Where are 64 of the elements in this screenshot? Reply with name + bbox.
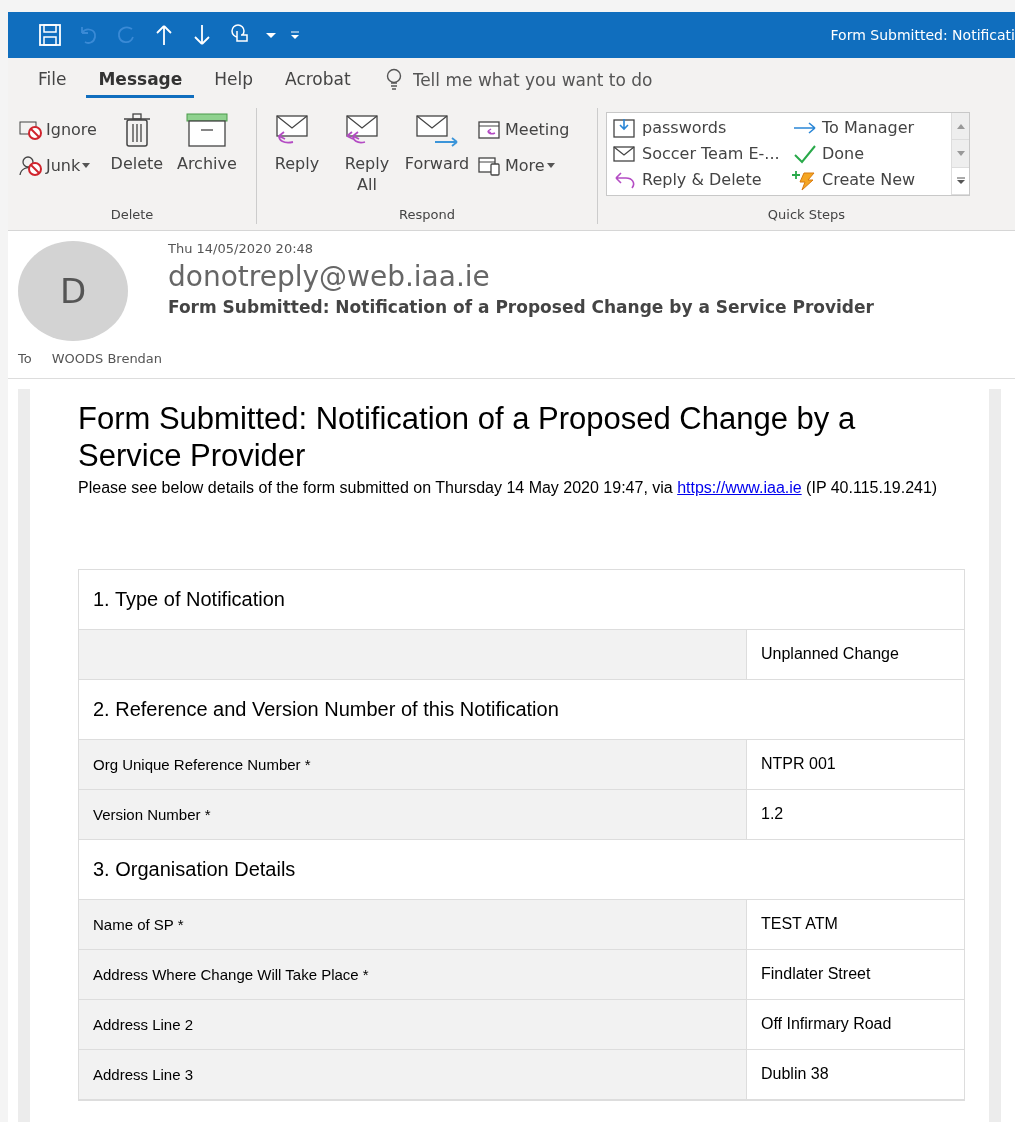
lightbulb-icon (384, 68, 403, 92)
field-label-cell: Address Line 2 (79, 1000, 746, 1050)
ignore-button[interactable]: Ignore (16, 116, 99, 142)
field-label-cell: Address Line 3 (79, 1050, 746, 1100)
calendar-icon (477, 118, 503, 140)
group-label: Delete (109, 207, 155, 224)
ribbon-tab[interactable]: Message (86, 62, 195, 98)
recipient-name: WOODS Brendan (51, 351, 163, 366)
quick-step[interactable]: Create New (791, 167, 951, 193)
more-button[interactable]: More (475, 152, 572, 178)
archive-box-icon (184, 112, 229, 148)
reply-button[interactable]: Reply (265, 108, 329, 207)
ribbon-tab[interactable]: Help (202, 62, 266, 98)
lightning-plus-icon (792, 169, 818, 191)
sender-address: donotreply@web.iaa.ie (168, 260, 491, 293)
calendar-phone-icon (477, 154, 503, 176)
field-label-cell: Org Unique Reference Number * (79, 740, 746, 790)
archive-button[interactable]: Archive (174, 108, 239, 207)
delete-button[interactable]: Delete (104, 108, 169, 207)
field-label-cell: Version Number * (79, 790, 746, 840)
caret-icon (546, 162, 555, 168)
field-value-cell: Off Infirmary Road (746, 1000, 964, 1050)
field-label-cell: Name of SP * (79, 900, 746, 950)
envelope-icon (612, 143, 638, 165)
scroll-down-icon (956, 151, 965, 156)
folder-download-icon (612, 117, 638, 139)
sender-avatar: D (18, 241, 128, 341)
ribbon-tab[interactable]: File (26, 62, 79, 98)
forward-button[interactable]: Forward (405, 108, 469, 207)
group-label: Quick Steps (766, 207, 847, 224)
save-icon (38, 23, 62, 47)
group-label: Respond (398, 207, 456, 224)
caret-icon (266, 31, 276, 39)
form-heading: Form Submitted: Notification of a Proposed Change by a Service Provider (78, 401, 857, 475)
junk-person-icon (18, 154, 44, 176)
caret-icon (82, 162, 91, 168)
quick-step[interactable]: passwords (611, 115, 791, 141)
check-icon (792, 143, 818, 165)
to-label: To (18, 351, 32, 366)
message-date: Thu 14/05/2020 20:48 (168, 241, 315, 256)
scroll-up-icon (956, 123, 965, 129)
quick-step[interactable]: Soccer Team E-... (611, 141, 791, 167)
field-value-cell: TEST ATM (746, 900, 964, 950)
website-link[interactable]: https://www.iaa.ie (677, 479, 802, 497)
reply-all-button[interactable]: Reply All (335, 108, 399, 207)
field-value-cell: 1.2 (746, 790, 964, 840)
ignore-icon (18, 118, 44, 140)
quick-step[interactable]: To Manager (791, 115, 951, 141)
expand-gallery-icon (956, 177, 965, 185)
field-value-cell: Findlater Street (746, 950, 964, 1000)
intro-text: Please see below details of the form submitted on Thursday 14 May 2020 19:47, via https://www.iaa.ie (IP 40.115.19.241) (78, 478, 939, 498)
quick-step[interactable]: Reply & Delete (611, 167, 791, 193)
message-subject: Form Submitted: Notification of a Proposed Change by a Service Provider (168, 297, 875, 317)
field-value-cell: Dublin 38 (746, 1050, 964, 1100)
field-label-cell: Address Where Change Will Take Place * (79, 950, 746, 1000)
quick-step[interactable]: Done (791, 141, 951, 167)
tell-me-field[interactable]: Tell me what you want to do (410, 69, 715, 91)
field-value-cell: NTPR 001 (746, 740, 964, 790)
junk-button[interactable]: Junk (16, 152, 99, 178)
customize-icon (290, 30, 300, 40)
window-title: Form Submitted: Notificati (830, 27, 1015, 43)
meeting-button[interactable]: Meeting (475, 116, 572, 142)
ribbon-tab[interactable]: Acrobat (273, 62, 363, 98)
field-value-cell: Unplanned Change (746, 630, 964, 680)
